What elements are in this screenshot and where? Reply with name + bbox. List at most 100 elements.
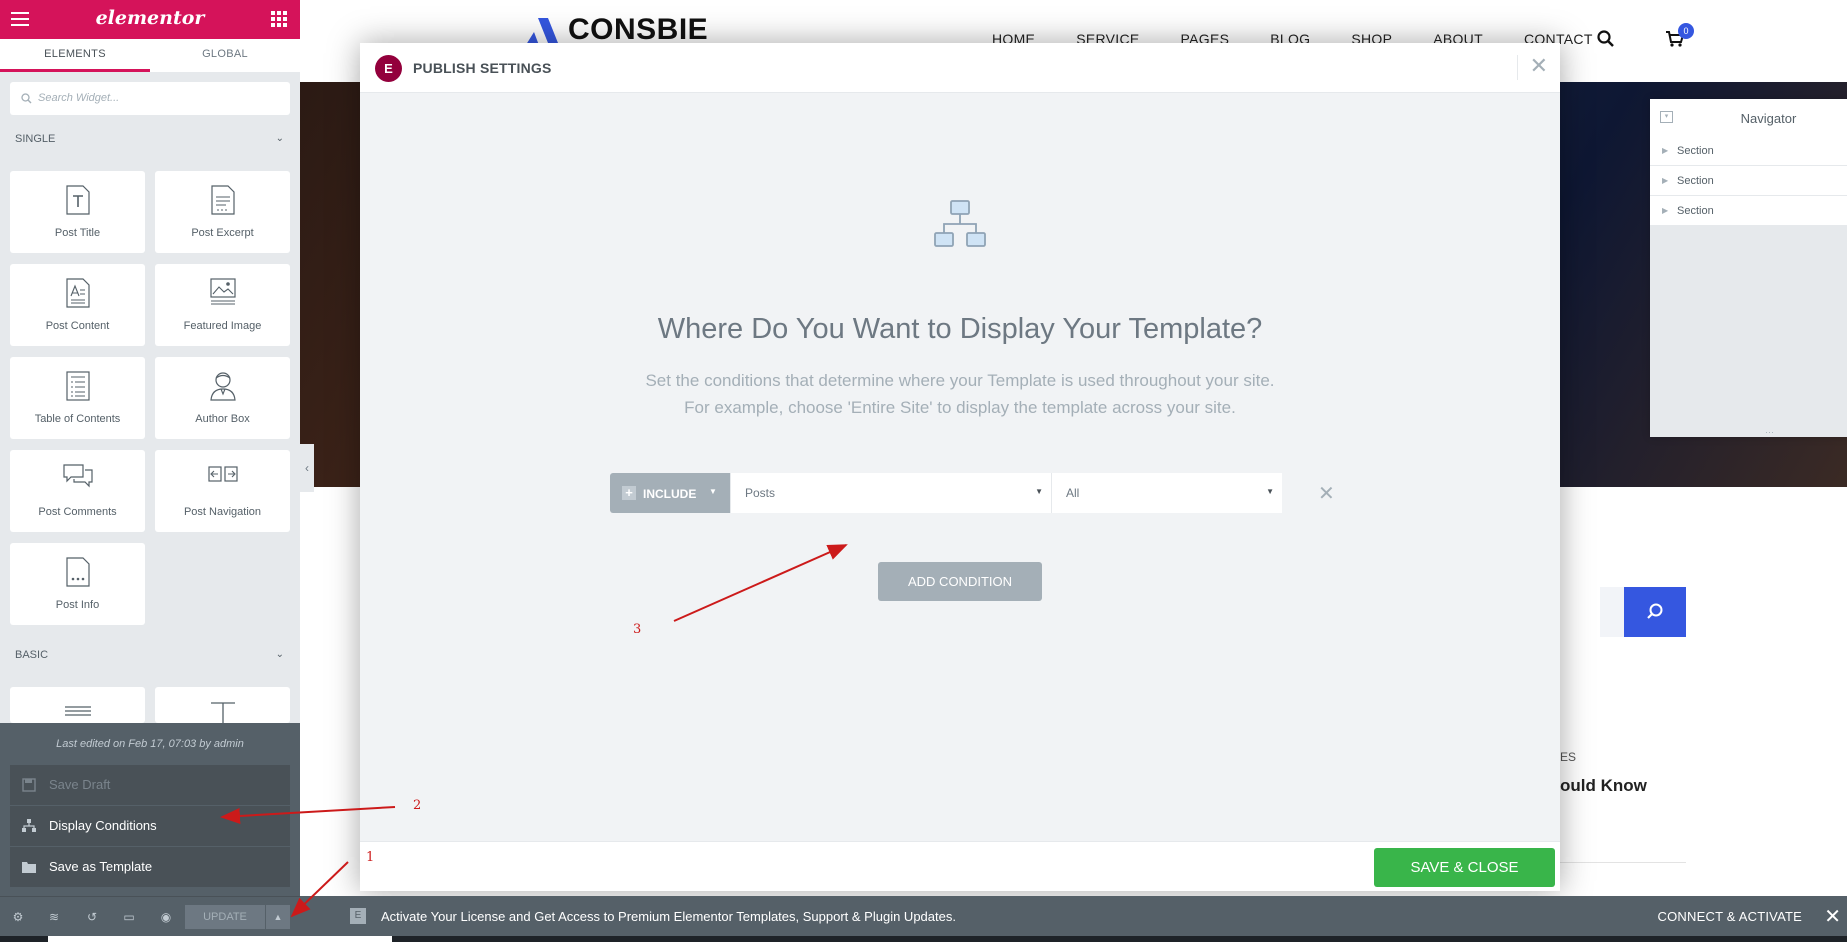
widget-post-title[interactable]: Post Title [10,171,145,253]
divider [1560,862,1686,863]
tab-elements[interactable]: ELEMENTS [0,39,150,72]
caret-right-icon[interactable]: ▶ [1662,176,1668,185]
folder-icon [22,862,36,873]
widget-search-input[interactable]: Search Widget... [10,82,290,115]
modal-footer: SAVE & CLOSE [360,841,1560,891]
history-icon[interactable]: ↺ [85,910,99,924]
caret-down-icon: ▼ [1035,487,1043,496]
collapse-panel-button[interactable]: ‹ [300,444,314,492]
sitemap-icon [22,819,36,832]
close-icon[interactable]: ✕ [1530,53,1548,79]
navigator-layers-icon[interactable]: ≋ [47,910,61,924]
caret-right-icon[interactable]: ▶ [1662,146,1668,155]
widget-table-of-contents[interactable]: Table of Contents [10,357,145,439]
save-draft-button[interactable]: Save Draft [10,765,290,805]
preview-eye-icon[interactable]: ◉ [159,910,173,924]
post-info-icon [65,557,90,587]
site-logo-text[interactable]: CONSBIE [568,13,708,47]
navigator-item-section[interactable]: ▶ Section [1650,196,1847,226]
elementor-panel: elementor ELEMENTS GLOBAL Search Widget.… [0,0,300,942]
text-editor-icon [64,706,91,716]
modal-header: E PUBLISH SETTINGS ✕ [360,43,1560,93]
post-category-partial: ES [1560,750,1577,764]
widget-label: Post Info [55,599,100,611]
condition-scope-select[interactable]: All ▼ [1051,473,1282,513]
remove-condition-icon[interactable]: ✕ [1318,481,1335,506]
widget-label: Post Title [54,227,101,239]
widget-post-content[interactable]: Post Content [10,264,145,346]
widget-post-excerpt[interactable]: Post Excerpt [155,171,290,253]
post-title-icon [65,185,90,215]
close-icon[interactable]: ✕ [1824,904,1841,929]
post-comments-icon [62,464,93,488]
header-divider [1517,55,1518,80]
navigator-item-section[interactable]: ▶ Section [1650,166,1847,196]
widget-text-editor[interactable] [10,687,145,723]
search-icon [21,93,32,104]
navigator-item-section[interactable]: ▶ Section [1650,136,1847,166]
widget-author-box[interactable]: Author Box [155,357,290,439]
widget-label: Post Navigation [183,506,262,518]
site-search-field[interactable] [1600,587,1624,637]
widget-label: Featured Image [183,320,262,332]
widget-label: Post Content [45,320,110,332]
caret-up-icon[interactable]: ▲ [266,905,290,929]
widget-post-navigation[interactable]: Post Navigation [155,450,290,532]
table-of-contents-icon [65,371,90,401]
widget-label: Table of Contents [34,413,121,425]
chevron-left-icon: ‹ [305,461,309,475]
tab-global[interactable]: GLOBAL [150,39,300,72]
chevron-down-icon[interactable]: ⌄ [276,649,284,660]
responsive-mode-icon[interactable]: ▭ [122,910,136,924]
add-condition-button[interactable]: ADD CONDITION [878,562,1042,601]
category-single-title[interactable]: SINGLE [15,133,55,145]
connect-activate-link[interactable]: CONNECT & ACTIVATE [1658,909,1802,924]
navigator-header: ▾ Navigator [1650,99,1847,136]
save-as-template-button[interactable]: Save as Template [10,847,290,887]
chevron-down-icon[interactable]: ⌄ [276,133,284,144]
annotation-number: 2 [413,798,422,813]
author-box-icon [209,372,236,401]
widgets-grid-icon[interactable] [271,11,287,27]
widget-label: Post Excerpt [191,227,254,239]
caret-down-icon: ▼ [709,487,717,496]
save-options-menu: Last edited on Feb 17, 07:03 by admin Sa… [0,723,300,896]
post-content-icon [65,278,90,308]
save-icon [22,778,36,792]
display-conditions-button[interactable]: Display Conditions [10,806,290,846]
navigator-title: Navigator [1740,111,1797,126]
widget-featured-image[interactable]: Featured Image [155,264,290,346]
widget-heading[interactable] [155,687,290,723]
condition-type-select[interactable]: Posts ▼ [730,473,1051,513]
last-edited-text: Last edited on Feb 17, 07:03 by admin [56,738,244,750]
save-and-close-button[interactable]: SAVE & CLOSE [1374,848,1555,887]
settings-gear-icon[interactable]: ⚙ [11,910,25,924]
caret-right-icon[interactable]: ▶ [1662,206,1668,215]
featured-image-icon [209,278,236,305]
cart-count-badge: 0 [1678,23,1694,39]
elementor-icon: E [350,908,366,924]
resize-handle-icon[interactable]: ··· [1765,427,1774,437]
modal-description-line1: Set the conditions that determine where … [645,371,1275,390]
category-basic-title[interactable]: BASIC [15,649,48,661]
sitemap-icon [934,200,986,247]
modal-title: PUBLISH SETTINGS [413,60,552,76]
search-icon[interactable] [1597,30,1615,48]
publish-settings-modal: E PUBLISH SETTINGS ✕ Where Do You Want t… [360,43,1560,891]
bottom-strip [0,936,1847,942]
widget-post-info[interactable]: Post Info [10,543,145,625]
include-exclude-select[interactable]: + INCLUDE ▼ [610,473,730,513]
widget-post-comments[interactable]: Post Comments [10,450,145,532]
condition-row: + INCLUDE ▼ Posts ▼ All ▼ ✕ [610,473,1335,513]
update-button[interactable]: UPDATE [185,905,265,929]
panel-header: elementor [0,0,300,39]
plus-icon: + [622,486,636,500]
search-icon [1647,603,1663,619]
navigator-panel: ▾ Navigator ▶ Section ▶ Section ▶ Section ·… [1650,99,1847,437]
elementor-logo-icon: E [375,55,402,82]
site-search-button[interactable] [1624,587,1686,637]
license-message: Activate Your License and Get Access to … [381,909,956,924]
modal-description-line2: For example, choose 'Entire Site' to dis… [684,398,1236,417]
post-title-partial[interactable]: ould Know [1560,776,1647,796]
post-excerpt-icon [210,185,235,215]
